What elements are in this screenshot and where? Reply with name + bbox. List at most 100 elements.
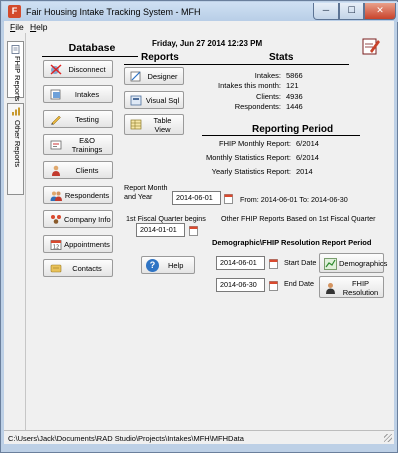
calendar-picker-icon[interactable] bbox=[189, 225, 198, 236]
stat-intakes-value: 5866 bbox=[286, 71, 303, 80]
demographics-label: Demographics bbox=[339, 259, 388, 268]
monthly-stats-label: Monthly Statistics Report: bbox=[205, 153, 291, 162]
close-button[interactable]: ✕ bbox=[364, 3, 396, 20]
database-divider bbox=[42, 56, 138, 57]
testing-button[interactable]: Testing bbox=[43, 110, 113, 128]
reporting-period-divider bbox=[202, 135, 360, 136]
stat-intakes-month-label: Intakes this month: bbox=[218, 81, 281, 90]
reports-divider bbox=[124, 64, 207, 65]
visual-sql-label: Visual Sql bbox=[145, 96, 180, 105]
designer-icon bbox=[130, 71, 141, 82]
intakes-icon bbox=[50, 89, 61, 100]
disconnect-icon bbox=[50, 64, 62, 75]
contacts-icon bbox=[50, 264, 62, 273]
maximize-button[interactable]: ☐ bbox=[339, 3, 364, 20]
calendar-picker-icon[interactable] bbox=[269, 258, 278, 269]
yearly-stats-value: 2014 bbox=[296, 167, 313, 176]
stat-intakes-label: Intakes: bbox=[254, 71, 281, 80]
clients-label: Clients bbox=[75, 166, 99, 175]
stat-respondents-label: Respondents: bbox=[234, 102, 281, 111]
report-range-text: From: 2014-06-01 To: 2014-06-30 bbox=[240, 195, 348, 204]
respondents-icon bbox=[50, 191, 62, 201]
calendar-picker-icon[interactable] bbox=[269, 280, 278, 291]
report-month-input[interactable]: 2014-06-01 bbox=[172, 191, 221, 205]
contacts-button[interactable]: Contacts bbox=[43, 259, 113, 277]
stat-clients-label: Clients: bbox=[255, 92, 281, 101]
sql-icon bbox=[130, 95, 142, 106]
demographic-title: Demographic\FHIP Resolution Report Perio… bbox=[212, 238, 372, 247]
table-icon bbox=[130, 119, 142, 130]
respondents-label: Respondents bbox=[64, 191, 110, 200]
minimize-button[interactable]: ─ bbox=[313, 3, 339, 20]
trainings-icon bbox=[50, 140, 62, 150]
table-view-button[interactable]: Table View bbox=[124, 114, 184, 135]
calendar-picker-icon[interactable] bbox=[224, 193, 233, 204]
end-date-input[interactable]: 2014-06-30 bbox=[216, 278, 265, 292]
fhip-resolution-button[interactable]: FHIP Resolution bbox=[319, 276, 384, 298]
designer-label: Designer bbox=[147, 72, 178, 81]
side-tab-strip: FHIP Reports Other Reports bbox=[4, 33, 26, 430]
yearly-stats-label: Yearly Statistics Report: bbox=[211, 167, 291, 176]
tab-other-reports-label: Other Reports bbox=[13, 120, 22, 168]
report-icon bbox=[11, 45, 20, 54]
visual-sql-button[interactable]: Visual Sql bbox=[124, 91, 184, 109]
end-date-label: End Date bbox=[284, 279, 314, 288]
designer-button[interactable]: Designer bbox=[124, 67, 184, 85]
calendar-icon: 12 bbox=[50, 240, 62, 251]
fhip-resolution-label: FHIP Resolution bbox=[342, 279, 379, 297]
clients-icon bbox=[52, 165, 60, 176]
help-button[interactable]: ? Help bbox=[141, 256, 195, 274]
report-edit-icon[interactable] bbox=[361, 36, 381, 56]
app-icon[interactable]: F bbox=[8, 5, 21, 18]
stats-divider bbox=[203, 64, 349, 65]
svg-text:12: 12 bbox=[53, 245, 59, 251]
report-month-label: Report Month bbox=[124, 183, 168, 192]
stat-clients-value: 4936 bbox=[286, 92, 303, 101]
resize-grip[interactable] bbox=[384, 434, 392, 442]
tab-fhip-reports[interactable]: FHIP Reports bbox=[7, 41, 24, 102]
start-date-input[interactable]: 2014-06-01 bbox=[216, 256, 265, 270]
monthly-stats-value: 6/2014 bbox=[296, 153, 319, 162]
main-panel: Database Disconnect Intakes Testing E&O … bbox=[26, 33, 394, 430]
respondents-button[interactable]: Respondents bbox=[43, 186, 113, 204]
menu-help[interactable]: Help bbox=[30, 22, 47, 32]
start-date-label: Start Date bbox=[284, 258, 317, 267]
disconnect-label: Disconnect bbox=[68, 65, 106, 74]
demographics-button[interactable]: Demographics bbox=[319, 253, 388, 273]
stat-respondents-value: 1446 bbox=[286, 102, 303, 111]
clients-button[interactable]: Clients bbox=[43, 161, 113, 179]
company-icon bbox=[51, 215, 61, 224]
appointments-label: Appointments bbox=[64, 240, 110, 249]
company-info-button[interactable]: Company Info bbox=[43, 210, 113, 228]
window-title: Fair Housing Intake Tracking System - MF… bbox=[26, 7, 201, 17]
intakes-label: Intakes bbox=[74, 90, 100, 99]
testing-icon bbox=[51, 115, 61, 125]
testing-label: Testing bbox=[75, 115, 99, 124]
stat-intakes-month-value: 121 bbox=[286, 81, 299, 90]
tab-other-reports[interactable]: Other Reports bbox=[7, 103, 24, 195]
help-icon: ? bbox=[146, 259, 159, 272]
contacts-label: Contacts bbox=[72, 264, 102, 273]
eo-trainings-button[interactable]: E&O Trainings bbox=[43, 134, 113, 155]
menu-bar: File Help bbox=[4, 21, 394, 33]
table-view-label: Table View bbox=[153, 116, 172, 134]
fhip-monthly-label: FHIP Monthly Report: bbox=[219, 139, 291, 148]
reports-heading: Reports bbox=[141, 52, 179, 63]
fiscal-quarter-input[interactable]: 2014-01-01 bbox=[136, 223, 185, 237]
title-bar[interactable]: F Fair Housing Intake Tracking System - … bbox=[2, 2, 398, 22]
fiscal-quarter-note: Other FHIP Reports Based on 1st Fiscal Q… bbox=[221, 214, 376, 223]
menu-file[interactable]: File bbox=[10, 22, 24, 32]
company-info-label: Company Info bbox=[64, 215, 111, 224]
database-path: C:\Users\Jack\Documents\RAD Studio\Proje… bbox=[8, 434, 244, 443]
intakes-button[interactable]: Intakes bbox=[43, 85, 113, 103]
appointments-button[interactable]: 12 Appointments bbox=[43, 235, 113, 253]
help-label: Help bbox=[168, 261, 184, 270]
demographics-icon bbox=[324, 258, 337, 270]
stats-heading: Stats bbox=[269, 52, 294, 63]
report-year-label: and Year bbox=[124, 192, 153, 201]
disconnect-button[interactable]: Disconnect bbox=[43, 60, 113, 78]
fiscal-quarter-label: 1st Fiscal Quarter begins bbox=[126, 214, 206, 223]
tab-fhip-reports-label: FHIP Reports bbox=[13, 56, 22, 102]
current-datetime: Friday, Jun 27 2014 12:23 PM bbox=[152, 39, 263, 48]
status-bar: C:\Users\Jack\Documents\RAD Studio\Proje… bbox=[4, 430, 394, 444]
